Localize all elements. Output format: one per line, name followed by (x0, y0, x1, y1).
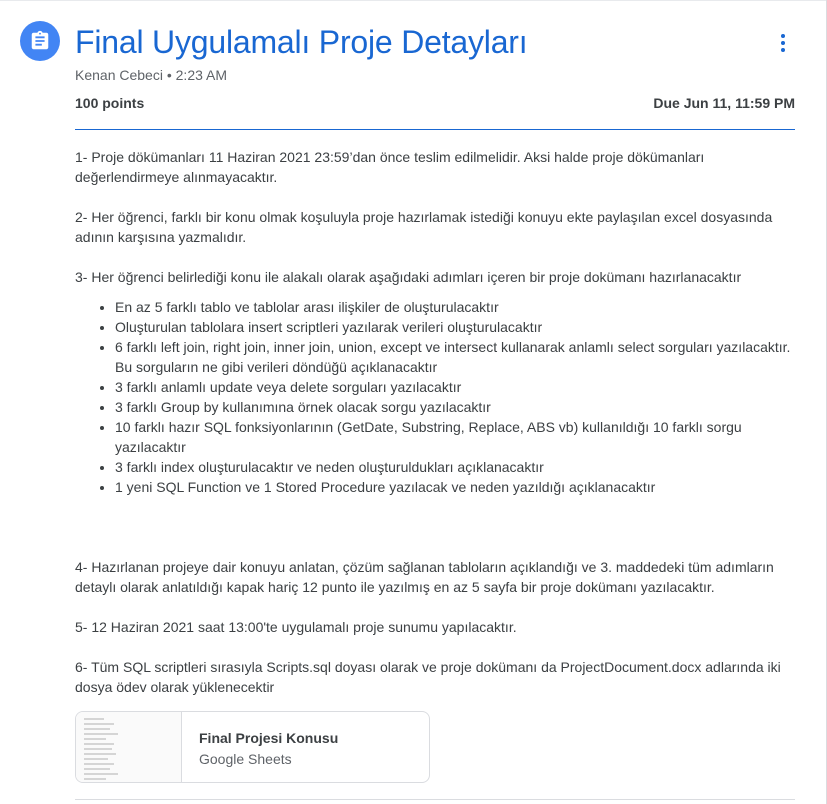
list-item: Oluşturulan tablolara insert scriptleri … (115, 317, 797, 337)
list-item: 10 farklı hazır SQL fonksiyonlarının (Ge… (115, 417, 797, 457)
clipboard-icon (31, 30, 49, 50)
list-item: 3 farklı Group by kullanımına örnek olac… (115, 397, 797, 417)
list-item: En az 5 farklı tablo ve tablolar arası i… (115, 297, 797, 317)
meta-separator: • (166, 67, 172, 83)
footer-divider (75, 799, 795, 800)
list-item: 1 yeni SQL Function ve 1 Stored Procedur… (115, 477, 797, 497)
more-vert-icon (781, 34, 785, 52)
attachment-thumbnail (76, 712, 182, 782)
assignment-description: 1- Proje dökümanları 11 Haziran 2021 23:… (75, 147, 797, 697)
requirements-list: En az 5 farklı tablo ve tablolar arası i… (75, 297, 797, 497)
list-item: 3 farklı anlamlı update veya delete sorg… (115, 377, 797, 397)
attachment-type: Google Sheets (199, 751, 292, 767)
paragraph-5: 5- 12 Haziran 2021 saat 13:00'te uygulam… (75, 619, 517, 635)
paragraph-1: 1- Proje dökümanları 11 Haziran 2021 23:… (75, 149, 705, 185)
attachment-title: Final Projesi Konusu (199, 730, 339, 746)
paragraph-6: 6- Tüm SQL scriptleri sırasıyla Scripts.… (75, 659, 781, 695)
paragraph-4: 4- Hazırlanan projeye dair konuyu anlata… (75, 559, 774, 595)
paragraph-3: 3- Her öğrenci belirlediği konu ile alak… (75, 269, 742, 285)
post-time: 2:23 AM (175, 67, 228, 83)
attachment-card[interactable]: Final Projesi Konusu Google Sheets (75, 711, 430, 783)
list-item: 3 farklı index oluşturulacaktır ve neden… (115, 457, 797, 477)
assignment-icon (20, 21, 60, 61)
author-name: Kenan Cebeci (75, 67, 163, 83)
points-label: 100 points (75, 95, 145, 111)
post-meta: Kenan Cebeci • 2:23 AM (75, 67, 227, 83)
due-date: Due Jun 11, 11:59 PM (653, 95, 795, 111)
list-item: 6 farklı left join, right join, inner jo… (115, 337, 797, 377)
header-divider (75, 129, 795, 130)
paragraph-2: 2- Her öğrenci, farklı bir konu olmak ko… (75, 209, 773, 245)
top-border (0, 0, 827, 1)
more-options-button[interactable] (768, 28, 798, 58)
page-title: Final Uygulamalı Proje Detayları (75, 24, 528, 60)
